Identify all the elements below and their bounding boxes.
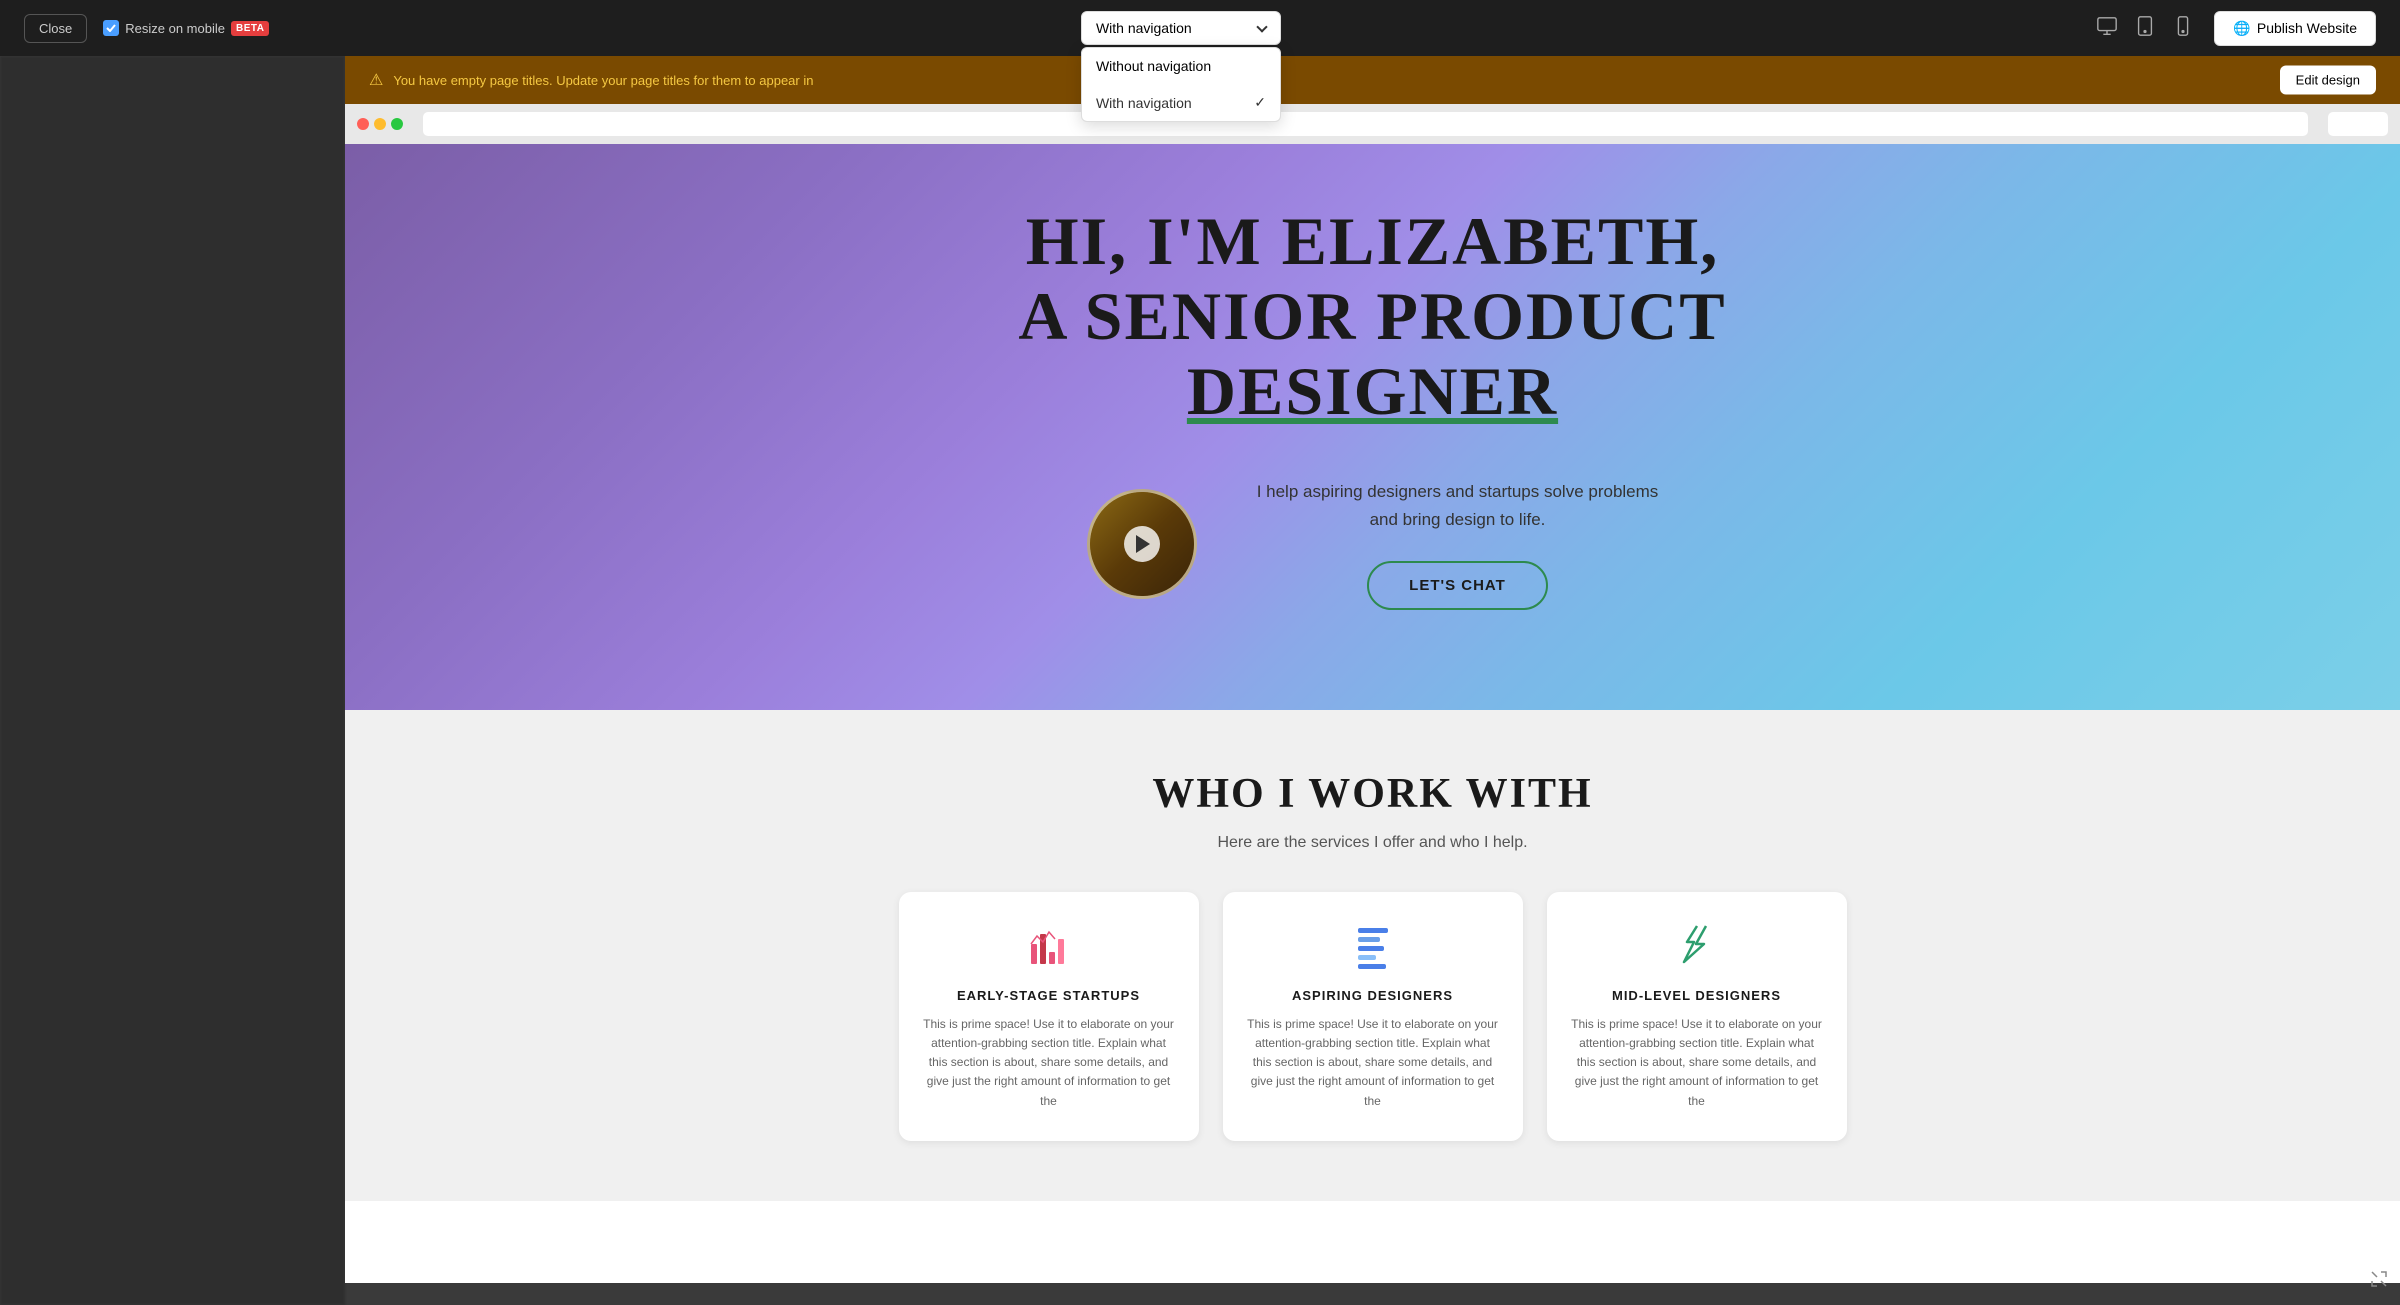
website-content: HI, I'M ELIZABETH, A SENIOR PRODUCT DESI…: [345, 144, 2400, 1283]
card-icon-startups: [923, 922, 1175, 972]
toolbar-right: 🌐 Publish Website: [2092, 11, 2376, 46]
hero-subtitle: I help aspiring designers and startups s…: [1257, 478, 1659, 532]
expand-icon[interactable]: [2370, 1270, 2388, 1293]
device-icons: [2092, 11, 2198, 46]
publish-button[interactable]: 🌐 Publish Website: [2214, 11, 2376, 46]
nav-dropdown-button[interactable]: With navigation: [1081, 11, 1281, 45]
browser-chrome: [345, 104, 2400, 144]
publish-label: Publish Website: [2257, 20, 2357, 36]
cards-row: EARLY-STAGE STARTUPS This is prime space…: [385, 892, 2360, 1141]
dot-red: [357, 118, 369, 130]
card-text-startups: This is prime space! Use it to elaborate…: [923, 1015, 1175, 1111]
left-sidebar: [0, 56, 345, 1305]
tablet-icon[interactable]: [2130, 11, 2160, 46]
resize-mobile-toggle[interactable]: Resize on mobile BETA: [103, 20, 269, 36]
work-section-subtitle: Here are the services I offer and who I …: [385, 834, 2360, 852]
lets-chat-button[interactable]: LET'S CHAT: [1367, 561, 1548, 610]
mobile-icon[interactable]: [2168, 11, 2198, 46]
nav-dropdown-menu: Without navigation With navigation ✓: [1081, 47, 1281, 122]
resize-mobile-label: Resize on mobile: [125, 21, 225, 36]
card-title-startups: EARLY-STAGE STARTUPS: [923, 988, 1175, 1003]
hero-title-line2: A SENIOR PRODUCT: [1018, 279, 1726, 354]
nav-option-without[interactable]: Without navigation: [1082, 48, 1280, 84]
hero-title-line1: HI, I'M ELIZABETH,: [1018, 204, 1726, 279]
nav-option-with[interactable]: With navigation ✓: [1082, 84, 1280, 121]
play-button[interactable]: [1124, 526, 1160, 562]
chevron-down-icon: [1256, 21, 1267, 32]
beta-badge: BETA: [231, 21, 269, 36]
work-section: WHO I WORK WITH Here are the services I …: [345, 710, 2400, 1201]
toolbar-center: With navigation Without navigation With …: [1081, 11, 1281, 45]
warning-icon: ⚠: [369, 70, 383, 90]
card-title-mid-designers: MID-LEVEL DESIGNERS: [1571, 988, 1823, 1003]
nav-option-without-label: Without navigation: [1096, 58, 1211, 74]
close-button[interactable]: Close: [24, 14, 87, 43]
card-text-designers: This is prime space! Use it to elaborate…: [1247, 1015, 1499, 1111]
card-icon-designers: [1247, 922, 1499, 972]
desktop-icon[interactable]: [2092, 11, 2122, 46]
globe-icon: 🌐: [2233, 20, 2250, 37]
hero-title: HI, I'M ELIZABETH, A SENIOR PRODUCT DESI…: [1018, 204, 1726, 428]
hero-text-col: I help aspiring designers and startups s…: [1257, 478, 1659, 609]
browser-urlbar: [423, 112, 2308, 136]
preview-container: ⚠ You have empty page titles. Update you…: [345, 56, 2400, 1305]
service-card-designers: ASPIRING DESIGNERS This is prime space! …: [1223, 892, 1523, 1141]
nav-dropdown-selected-label: With navigation: [1096, 20, 1192, 36]
play-icon: [1136, 535, 1150, 553]
warning-banner: ⚠ You have empty page titles. Update you…: [345, 56, 2400, 104]
browser-controls: [2328, 112, 2388, 136]
nav-dropdown-wrapper: With navigation Without navigation With …: [1081, 11, 1281, 45]
edit-design-button[interactable]: Edit design: [2280, 66, 2376, 95]
browser-dots: [357, 118, 403, 130]
hero-section: HI, I'M ELIZABETH, A SENIOR PRODUCT DESI…: [345, 144, 2400, 710]
service-card-startups: EARLY-STAGE STARTUPS This is prime space…: [899, 892, 1199, 1141]
toolbar-left: Close Resize on mobile BETA: [24, 14, 269, 43]
nav-option-with-label: With navigation: [1096, 95, 1192, 111]
hero-subtitle-line2: and bring design to life.: [1370, 510, 1546, 529]
video-thumbnail[interactable]: [1087, 489, 1197, 599]
service-card-mid-designers: MID-LEVEL DESIGNERS This is prime space!…: [1547, 892, 1847, 1141]
hero-title-line3: DESIGNER: [1018, 354, 1726, 429]
warning-text: You have empty page titles. Update your …: [393, 73, 813, 88]
work-section-title: WHO I WORK WITH: [385, 770, 2360, 818]
hero-media-row: I help aspiring designers and startups s…: [1087, 478, 1659, 609]
dot-green: [391, 118, 403, 130]
hero-subtitle-line1: I help aspiring designers and startups s…: [1257, 482, 1659, 501]
card-text-mid-designers: This is prime space! Use it to elaborate…: [1571, 1015, 1823, 1111]
card-icon-mid-designers: [1571, 922, 1823, 972]
top-toolbar: Close Resize on mobile BETA With navigat…: [0, 0, 2400, 56]
resize-checkbox: [103, 20, 119, 36]
checkmark-icon: ✓: [1254, 94, 1266, 111]
card-title-designers: ASPIRING DESIGNERS: [1247, 988, 1499, 1003]
dot-yellow: [374, 118, 386, 130]
